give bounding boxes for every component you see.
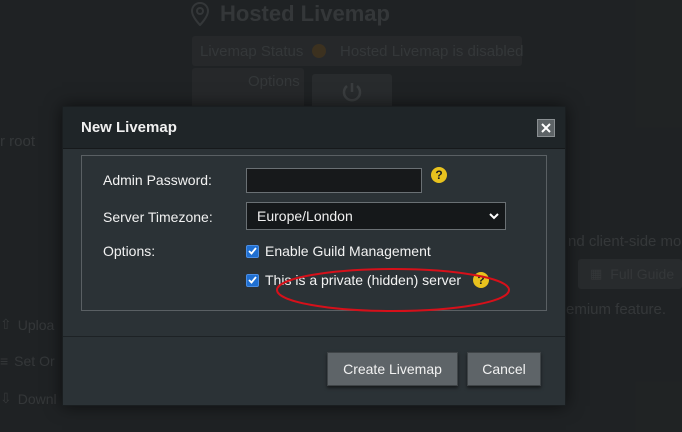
checkmark-icon bbox=[248, 247, 257, 255]
new-livemap-dialog: New Livemap Admin Password: ? Server Tim… bbox=[62, 106, 566, 406]
help-icon-password[interactable]: ? bbox=[431, 167, 447, 183]
footer-divider bbox=[63, 336, 565, 337]
close-icon bbox=[541, 122, 551, 133]
form-panel: Admin Password: ? Server Timezone: Europ… bbox=[81, 155, 547, 311]
admin-password-input[interactable] bbox=[246, 168, 422, 193]
checkmark-icon bbox=[248, 276, 257, 284]
guild-management-option[interactable]: Enable Guild Management bbox=[246, 243, 431, 259]
private-server-label: This is a private (hidden) server bbox=[265, 272, 462, 288]
timezone-select[interactable]: Europe/London bbox=[246, 202, 506, 230]
options-label: Options: bbox=[103, 243, 156, 259]
private-server-checkbox[interactable] bbox=[246, 273, 259, 287]
guild-management-label: Enable Guild Management bbox=[265, 243, 431, 259]
admin-password-label: Admin Password: bbox=[103, 172, 212, 188]
chevron-down-icon bbox=[489, 212, 499, 219]
timezone-value: Europe/London bbox=[257, 208, 353, 224]
help-icon-private[interactable]: ? bbox=[473, 272, 490, 288]
create-livemap-button[interactable]: Create Livemap bbox=[327, 352, 458, 386]
private-server-option[interactable]: This is a private (hidden) server ? bbox=[246, 272, 490, 288]
close-button[interactable] bbox=[537, 118, 555, 137]
cancel-button[interactable]: Cancel bbox=[467, 352, 541, 386]
guild-management-checkbox[interactable] bbox=[246, 244, 259, 258]
dialog-header: New Livemap bbox=[63, 107, 565, 149]
server-timezone-label: Server Timezone: bbox=[103, 209, 213, 225]
dialog-title: New Livemap bbox=[81, 119, 177, 136]
